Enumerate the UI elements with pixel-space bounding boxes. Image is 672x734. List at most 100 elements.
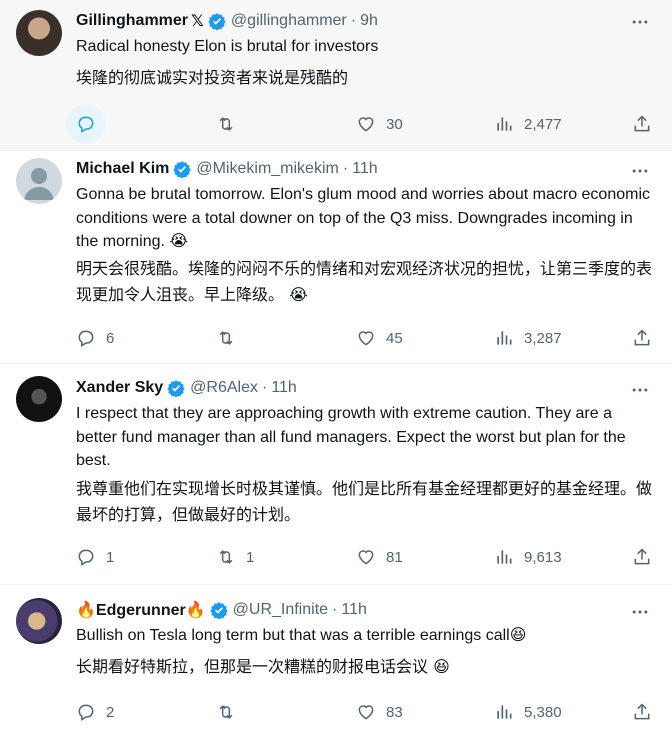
reply-button[interactable]: 6 — [76, 318, 114, 358]
separator-dot: · — [332, 601, 338, 618]
handle[interactable]: @UR_Infinite — [233, 601, 328, 619]
like-button[interactable]: 81 — [356, 537, 403, 577]
views-chart-icon — [497, 705, 512, 719]
timestamp[interactable]: 11h — [271, 379, 297, 397]
display-name[interactable]: Michael Kim — [76, 160, 169, 178]
retweet-button[interactable] — [216, 318, 246, 358]
tweet-header: Xander Sky @R6Alex · 11h — [76, 377, 297, 399]
x-logo-icon: 𝕏 — [191, 13, 204, 30]
retweet-button[interactable]: 1 — [216, 537, 254, 577]
display-name[interactable]: 🔥Edgerunner🔥 — [76, 600, 206, 620]
like-count: 45 — [386, 329, 403, 347]
avatar[interactable] — [16, 158, 62, 204]
views-button[interactable]: 5,380 — [494, 692, 562, 732]
more-options-icon[interactable] — [630, 380, 650, 400]
separator-dot: · — [261, 379, 268, 396]
views-chart-icon — [497, 550, 512, 564]
reply-count: 6 — [106, 329, 115, 347]
handle[interactable]: @R6Alex — [190, 379, 258, 397]
retweet-icon — [219, 550, 233, 564]
avatar[interactable] — [16, 10, 62, 56]
display-name[interactable]: Gillinghammer — [76, 12, 188, 30]
share-button[interactable] — [632, 537, 652, 577]
more-options-icon[interactable] — [630, 602, 650, 622]
tweet-text: I respect that they are approaching grow… — [76, 405, 626, 469]
tweet-4[interactable]: 🔥Edgerunner🔥 @UR_Infinite · 11h Bullish … — [0, 585, 672, 734]
more-options-icon[interactable] — [630, 12, 650, 32]
share-icon — [634, 548, 650, 565]
retweet-icon — [219, 331, 233, 345]
views-button[interactable]: 2,477 — [494, 104, 562, 144]
verified-badge-icon — [208, 13, 226, 30]
share-button[interactable] — [632, 318, 652, 358]
separator-dot: · — [350, 12, 357, 29]
heart-icon — [358, 550, 374, 565]
tweet-header: Gillinghammer 𝕏 @gillinghammer · 9h — [76, 10, 378, 32]
verified-badge-icon — [209, 602, 228, 619]
display-name[interactable]: Xander Sky — [76, 379, 163, 397]
heart-icon — [358, 117, 374, 132]
views-count: 2,477 — [524, 115, 562, 133]
verified-badge-icon — [173, 161, 192, 178]
views-chart-icon — [497, 117, 512, 131]
reply-icon — [78, 330, 94, 347]
like-button[interactable]: 30 — [356, 104, 403, 144]
handle[interactable]: @gillinghammer — [231, 12, 347, 30]
tweet-actions: 6 45 3,287 — [0, 318, 672, 358]
timestamp[interactable]: 11h — [352, 160, 378, 178]
separator-dot: · — [342, 160, 349, 177]
timestamp[interactable]: 11h — [341, 601, 367, 619]
like-button[interactable]: 45 — [356, 318, 403, 358]
retweet-button[interactable] — [216, 104, 246, 144]
heart-icon — [358, 705, 374, 720]
like-count: 81 — [386, 548, 403, 566]
tweet-translation: 长期看好特斯拉，但那是一次糟糕的财报电话会议 😆 — [76, 657, 450, 676]
like-count: 83 — [386, 703, 403, 721]
share-icon — [634, 329, 650, 346]
share-button[interactable] — [632, 104, 652, 144]
tweet-text: Bullish on Tesla long term but that was … — [76, 627, 527, 644]
views-button[interactable]: 9,613 — [494, 537, 562, 577]
avatar[interactable] — [16, 598, 62, 644]
views-button[interactable]: 3,287 — [494, 318, 562, 358]
like-count: 30 — [386, 115, 403, 133]
tweet-translation: 我尊重他们在实现增长时极其谨慎。他们是比所有基金经理都更好的基金经理。做最坏的打… — [76, 479, 653, 524]
timestamp[interactable]: 9h — [360, 12, 378, 30]
tweet-3[interactable]: Xander Sky @R6Alex · 11h I respect that … — [0, 364, 672, 585]
tweet-actions: 2 83 5,380 — [0, 692, 672, 732]
reply-icon — [78, 704, 94, 721]
reply-icon — [78, 549, 94, 566]
retweet-button[interactable] — [216, 692, 246, 732]
reply-icon — [78, 116, 94, 133]
tweet-2[interactable]: Michael Kim @Mikekim_mikekim · 11h Gonna… — [0, 151, 672, 364]
heart-icon — [358, 331, 374, 346]
tweet-actions: 1 1 81 9,613 — [0, 537, 672, 577]
retweet-count: 1 — [246, 548, 255, 566]
more-options-icon[interactable] — [630, 161, 650, 181]
tweet-translation: 埃隆的彻底诚实对投资者来说是残酷的 — [76, 68, 349, 87]
reply-button[interactable]: 1 — [76, 537, 114, 577]
reply-count: 1 — [106, 548, 115, 566]
tweet-translation: 明天会很残酷。埃隆的闷闷不乐的情绪和对宏观经济状况的担忧，让第三季度的表现更加令… — [76, 259, 653, 304]
views-count: 9,613 — [524, 548, 562, 566]
share-button[interactable] — [632, 692, 652, 732]
reply-button[interactable] — [66, 104, 116, 144]
tweet-header: 🔥Edgerunner🔥 @UR_Infinite · 11h — [76, 599, 367, 621]
tweet-text: Radical honesty Elon is brutal for inves… — [76, 38, 379, 55]
views-count: 3,287 — [524, 329, 562, 347]
retweet-icon — [219, 117, 233, 131]
share-icon — [634, 703, 650, 720]
views-count: 5,380 — [524, 703, 562, 721]
tweet-text: Gonna be brutal tomorrow. Elon's glum mo… — [76, 186, 651, 250]
like-button[interactable]: 83 — [356, 692, 403, 732]
reply-count: 2 — [106, 703, 115, 721]
tweet-header: Michael Kim @Mikekim_mikekim · 11h — [76, 158, 378, 180]
views-chart-icon — [497, 331, 512, 345]
tweet-1[interactable]: Gillinghammer 𝕏 @gillinghammer · 9h Radi… — [0, 0, 672, 151]
avatar[interactable] — [16, 376, 62, 422]
share-icon — [634, 115, 650, 132]
retweet-icon — [219, 705, 233, 719]
verified-badge-icon — [167, 380, 185, 397]
reply-button[interactable]: 2 — [76, 692, 114, 732]
handle[interactable]: @Mikekim_mikekim — [196, 160, 338, 178]
